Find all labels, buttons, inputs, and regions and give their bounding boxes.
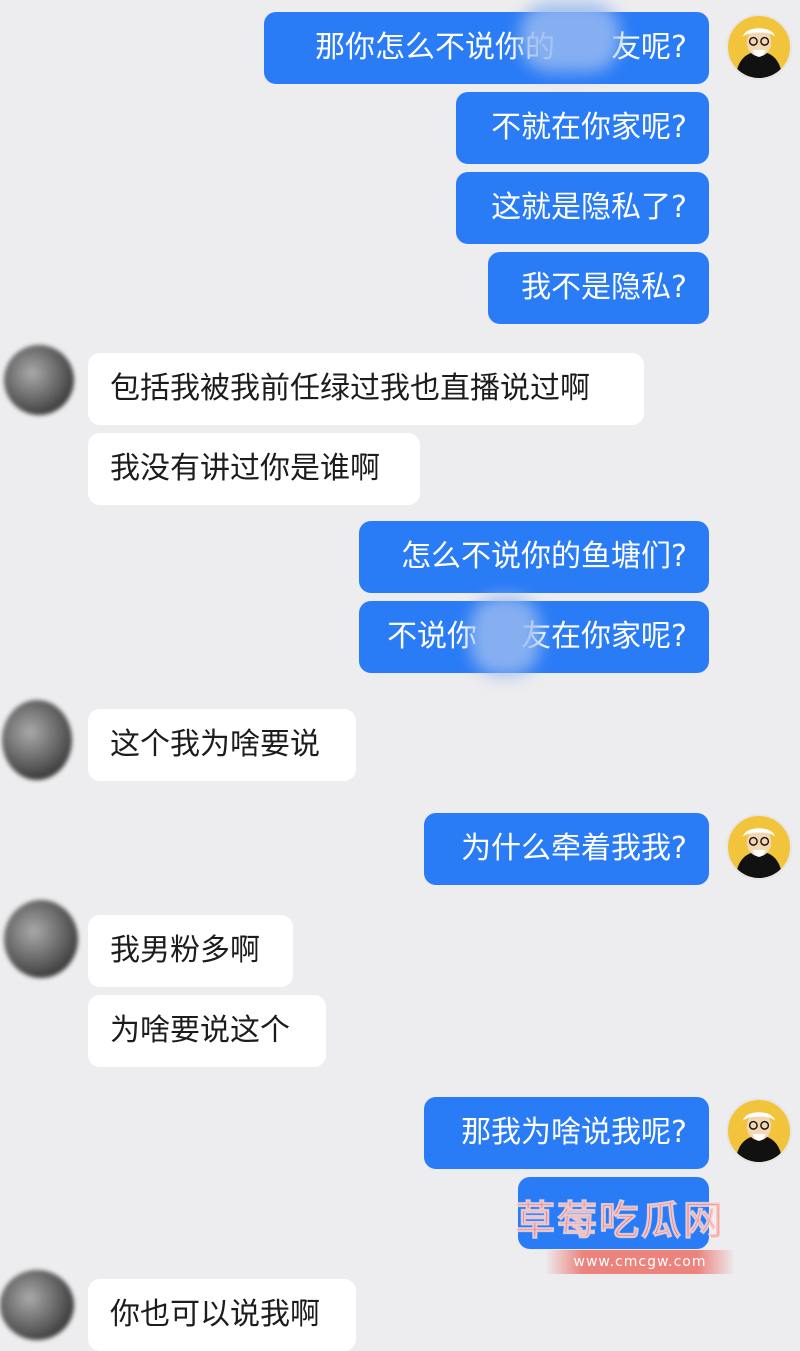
message-text: 不说你 xyxy=(387,619,478,654)
message-text: 怎么不说你的鱼塘们? xyxy=(401,539,687,574)
peer-avatar[interactable] xyxy=(2,700,72,780)
peer-avatar[interactable] xyxy=(4,345,74,415)
message-text: 友呢? xyxy=(611,30,687,65)
message-text: 这就是隐私了? xyxy=(491,190,687,225)
watermark-url: www.cmcgw.com xyxy=(545,1250,735,1274)
self-avatar[interactable] xyxy=(726,814,792,880)
message-text: 友在你家呢? xyxy=(521,619,687,654)
peer-avatar[interactable] xyxy=(4,900,78,978)
chat-thread: 那你怎么不说你的 友呢? 不就在你家呢? 这就是隐私了? 我不是隐私? 包括我被我… xyxy=(0,0,800,1351)
message-text: 我没有讲过你是谁啊 xyxy=(110,451,380,486)
self-avatar[interactable] xyxy=(726,14,792,80)
message-text: 包括我被我前任绿过我也直播说过啊 xyxy=(110,371,590,406)
message-bubble-sent[interactable]: 那你怎么不说你的 友呢? xyxy=(264,12,709,84)
message-bubble-received[interactable]: 这个我为啥要说 xyxy=(88,709,356,781)
message-text: 我男粉多啊 xyxy=(110,933,260,968)
cartoon-avatar-icon xyxy=(735,1112,783,1162)
message-text: 你也可以说我啊 xyxy=(110,1297,320,1332)
message-text: 为啥要说这个 xyxy=(110,1013,290,1048)
peer-avatar[interactable] xyxy=(0,1270,74,1340)
watermark-title: 草莓吃瓜网 xyxy=(515,1198,725,1245)
message-bubble-received[interactable]: 为啥要说这个 xyxy=(88,995,326,1067)
message-text: 为什么牵着我我? xyxy=(461,831,687,866)
message-bubble-sent[interactable]: 我不是隐私? xyxy=(488,252,709,324)
message-bubble-sent[interactable]: 不就在你家呢? xyxy=(456,92,709,164)
message-text: 我不是隐私? xyxy=(521,270,687,305)
message-bubble-received[interactable]: 包括我被我前任绿过我也直播说过啊 xyxy=(88,353,644,425)
privacy-blur xyxy=(470,596,540,676)
self-avatar[interactable] xyxy=(726,1098,792,1164)
message-text: 这个我为啥要说 xyxy=(110,727,320,762)
cartoon-avatar-icon xyxy=(735,828,783,878)
privacy-blur xyxy=(520,2,620,72)
message-text: 不就在你家呢? xyxy=(491,110,687,145)
message-bubble-sent[interactable]: 怎么不说你的鱼塘们? xyxy=(359,521,709,593)
message-bubble-sent[interactable]: 那我为啥说我呢? xyxy=(424,1097,709,1169)
message-bubble-received[interactable]: 你也可以说我啊 xyxy=(88,1279,356,1351)
message-bubble-sent[interactable]: 为什么牵着我我? xyxy=(424,813,709,885)
message-bubble-received[interactable]: 我没有讲过你是谁啊 xyxy=(88,433,420,505)
cartoon-avatar-icon xyxy=(735,28,783,78)
message-text: 那我为啥说我呢? xyxy=(461,1115,687,1150)
message-bubble-sent[interactable]: 这就是隐私了? xyxy=(456,172,709,244)
message-bubble-received[interactable]: 我男粉多啊 xyxy=(88,915,293,987)
